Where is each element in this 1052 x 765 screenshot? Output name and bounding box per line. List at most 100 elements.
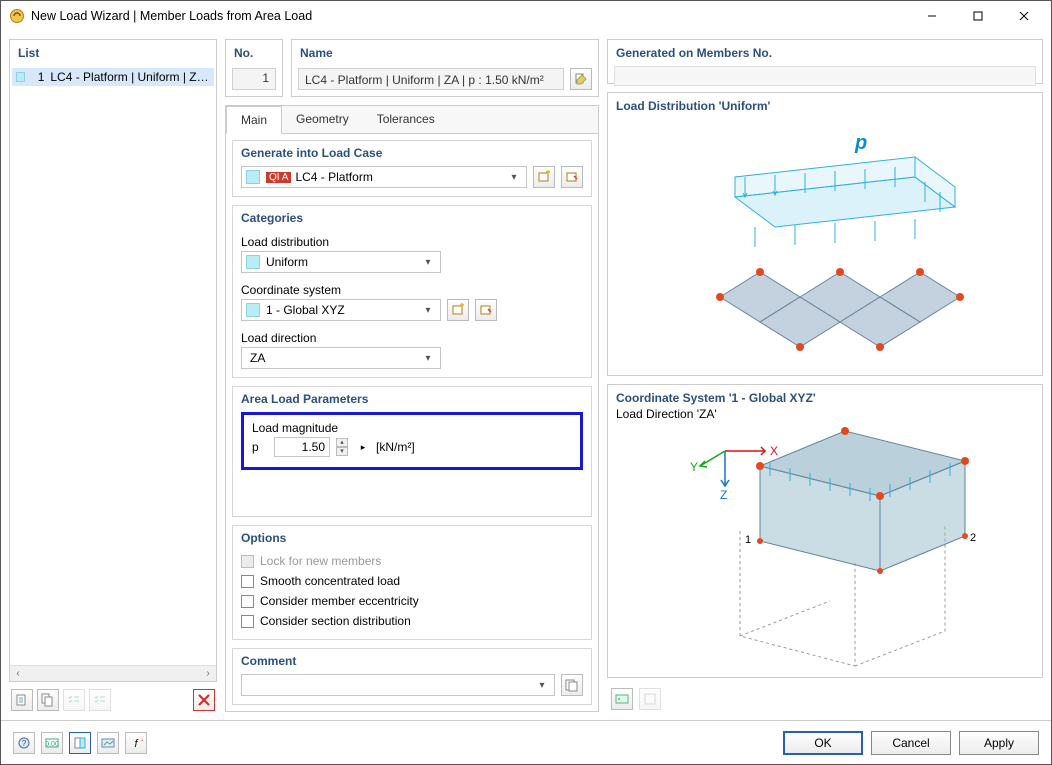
- magnitude-input[interactable]: [274, 437, 330, 457]
- svg-text:?: ?: [22, 739, 27, 748]
- load-distribution-dropdown[interactable]: Uniform ▾: [241, 251, 441, 273]
- area-load-params-heading: Area Load Parameters: [233, 387, 591, 408]
- show-preview-button[interactable]: [611, 688, 633, 710]
- load-distribution-title: Load Distribution 'Uniform': [616, 99, 1034, 113]
- tab-tolerances[interactable]: Tolerances: [363, 106, 449, 133]
- option-smooth-row[interactable]: Smooth concentrated load: [241, 571, 583, 591]
- tab-main[interactable]: Main: [226, 106, 282, 134]
- magnitude-menu-button[interactable]: ▸: [356, 440, 370, 454]
- edit-name-button[interactable]: [570, 68, 592, 90]
- name-label: Name: [292, 40, 598, 64]
- options-heading: Options: [233, 526, 591, 547]
- option-section-label: Consider section distribution: [260, 614, 411, 628]
- edit-load-case-button[interactable]: [561, 166, 583, 188]
- comment-heading: Comment: [233, 649, 591, 670]
- chevron-down-icon: ▾: [420, 305, 436, 316]
- edit-coord-sys-button[interactable]: [475, 299, 497, 321]
- tabs-container: Main Geometry Tolerances Generate into L…: [225, 105, 599, 712]
- apply-button[interactable]: Apply: [959, 731, 1039, 755]
- delete-item-button[interactable]: [193, 689, 215, 711]
- option-eccentricity-row[interactable]: Consider member eccentricity: [241, 591, 583, 611]
- generate-load-case-heading: Generate into Load Case: [233, 141, 591, 162]
- chevron-down-icon: ▾: [420, 353, 436, 364]
- p-label: p: [854, 132, 867, 154]
- load-distribution-color-icon: [246, 255, 260, 269]
- generated-members-field[interactable]: [614, 66, 1036, 86]
- load-direction-label: Load direction: [241, 331, 583, 345]
- chevron-down-icon: ▾: [534, 680, 550, 691]
- list-item-label: LC4 - Platform | Uniform | ZA | p :: [50, 70, 214, 84]
- maximize-button[interactable]: [955, 1, 1001, 31]
- load-distribution-preview: Load Distribution 'Uniform' p: [607, 92, 1043, 376]
- svg-text:f: f: [134, 738, 138, 750]
- list-scrollbar[interactable]: ‹ ›: [10, 665, 216, 681]
- preview-settings-button[interactable]: [639, 688, 661, 710]
- checkbox-icon: [241, 615, 254, 628]
- cancel-button[interactable]: Cancel: [871, 731, 951, 755]
- tab-geometry[interactable]: Geometry: [282, 106, 363, 133]
- titlebar: New Load Wizard | Member Loads from Area…: [1, 1, 1051, 31]
- load-distribution-canvas: p: [616, 115, 1034, 369]
- svg-text:Y: Y: [690, 460, 698, 474]
- toggle-preview-button[interactable]: [69, 732, 91, 754]
- coord-sys-title2: Load Direction 'ZA': [616, 407, 1034, 421]
- toggle-graphics-button[interactable]: [97, 732, 119, 754]
- units-button[interactable]: 0,00: [41, 732, 63, 754]
- coordinate-system-label: Coordinate system: [241, 283, 583, 297]
- load-direction-dropdown[interactable]: ZA ▾: [241, 347, 441, 369]
- list-swatch-icon: [16, 72, 25, 82]
- option-lock-row[interactable]: Lock for new members: [241, 551, 583, 571]
- coordinate-system-dropdown[interactable]: 1 - Global XYZ ▾: [241, 299, 441, 321]
- svg-text:X: X: [770, 444, 778, 458]
- number-field[interactable]: 1: [232, 68, 276, 90]
- tabstrip: Main Geometry Tolerances: [226, 106, 598, 134]
- list-item[interactable]: 1 LC4 - Platform | Uniform | ZA | p :: [12, 68, 214, 86]
- name-field[interactable]: LC4 - Platform | Uniform | ZA | p : 1.50…: [298, 68, 564, 90]
- svg-text:0,00: 0,00: [45, 741, 59, 748]
- svg-text:Z: Z: [720, 488, 727, 502]
- load-case-tag-badge: QI A: [266, 172, 291, 183]
- new-load-case-button[interactable]: [533, 166, 555, 188]
- dialog-button-bar: ? 0,00 f* OK Cancel Apply: [1, 720, 1051, 764]
- svg-text:2: 2: [970, 532, 976, 544]
- generated-members-panel: Generated on Members No.: [607, 39, 1043, 84]
- comment-dropdown[interactable]: ▾: [241, 674, 555, 696]
- help-button[interactable]: ?: [13, 732, 35, 754]
- window-title: New Load Wizard | Member Loads from Area…: [31, 9, 312, 23]
- option-lock-label: Lock for new members: [260, 554, 381, 568]
- option-section-row[interactable]: Consider section distribution: [241, 611, 583, 631]
- load-case-dropdown[interactable]: QI A LC4 - Platform ▾: [241, 166, 527, 188]
- chevron-down-icon: ▾: [506, 172, 522, 183]
- checklist2-button[interactable]: [89, 689, 111, 711]
- generated-members-label: Generated on Members No.: [608, 40, 1042, 64]
- load-distribution-label: Load distribution: [241, 235, 583, 249]
- close-button[interactable]: [1001, 1, 1047, 31]
- list-heading: List: [10, 40, 216, 64]
- options-group: Options Lock for new members Smooth conc…: [232, 525, 592, 640]
- dialog-window: New Load Wizard | Member Loads from Area…: [0, 0, 1052, 765]
- spinner-up-icon[interactable]: ▴: [336, 438, 348, 447]
- new-coord-sys-button[interactable]: [447, 299, 469, 321]
- minimize-button[interactable]: [909, 1, 955, 31]
- scroll-right-icon[interactable]: ›: [200, 666, 216, 682]
- number-panel: No. 1: [225, 39, 283, 97]
- checklist-button[interactable]: [63, 689, 85, 711]
- preview-toolbar: [607, 686, 1043, 712]
- function-button[interactable]: f*: [125, 732, 147, 754]
- number-label: No.: [226, 40, 282, 64]
- checkbox-icon: [241, 555, 254, 568]
- coordinate-system-preview: Coordinate System '1 - Global XYZ' Load …: [607, 384, 1043, 678]
- new-item-button[interactable]: [11, 689, 33, 711]
- spinner-down-icon[interactable]: ▾: [336, 447, 348, 456]
- checkbox-icon: [241, 595, 254, 608]
- magnitude-symbol: p: [252, 440, 268, 454]
- ok-button[interactable]: OK: [783, 731, 863, 755]
- scroll-left-icon[interactable]: ‹: [10, 666, 26, 682]
- magnitude-spinner[interactable]: ▴▾: [336, 438, 348, 456]
- comment-library-button[interactable]: [561, 674, 583, 696]
- copy-item-button[interactable]: [37, 689, 59, 711]
- load-list[interactable]: 1 LC4 - Platform | Uniform | ZA | p :: [10, 64, 216, 665]
- app-icon: [9, 8, 25, 24]
- comment-group: Comment ▾: [232, 648, 592, 705]
- option-eccentricity-label: Consider member eccentricity: [260, 594, 419, 608]
